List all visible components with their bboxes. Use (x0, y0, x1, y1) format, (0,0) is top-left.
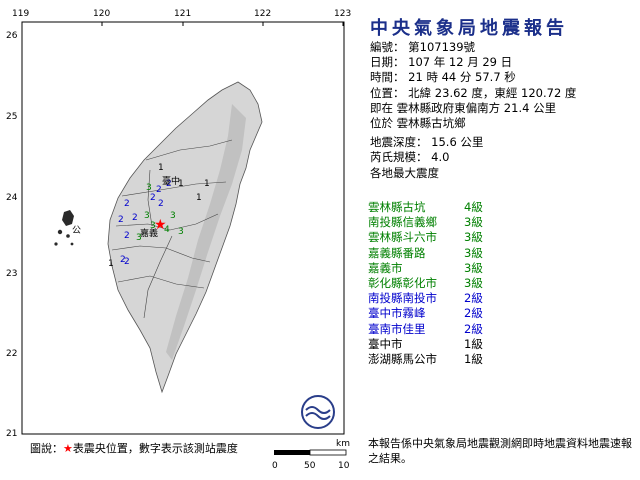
lat-tick-label: 26 (6, 31, 18, 41)
report-magnitude: 芮氏規模： 4.0 (370, 150, 450, 165)
report-footer: 本報告係中央氣象局地震觀測網即時地震資料地震速報之結果。 (368, 437, 632, 465)
legend-star-icon: ★ (63, 442, 73, 455)
station-number: 3 (144, 211, 150, 221)
intensity-location: 嘉義縣番路 (368, 245, 426, 260)
intensity-location: 南投縣南投市 (368, 291, 437, 306)
station-number: 2 (156, 185, 162, 195)
intensity-level: 3級 (464, 275, 483, 290)
report-title: 中央氣象局地震報告 (370, 18, 568, 39)
earthquake-report: 中央氣象局地震報告 編號： 第107139號 日期： 107 年 12 月 29… (368, 0, 640, 480)
intensity-level: 3級 (464, 230, 483, 245)
cwb-logo (301, 395, 335, 429)
legend-prefix: 圖說： (30, 442, 63, 455)
taichung-label: 臺中 (162, 175, 180, 187)
station-number: 1 (196, 193, 202, 203)
epicenter-star: ★ (154, 217, 167, 233)
penghu-label: 公 (72, 225, 81, 236)
report-time: 時間： 21 時 44 分 57.7 秒 (370, 70, 516, 85)
taiwan-map: 119 120 121 122 123 26 25 24 23 22 21 公 … (6, 9, 351, 439)
intensity-location: 嘉義市 (368, 260, 403, 275)
report-info: 編號： 第107139號 日期： 107 年 12 月 29 日 時間： 21 … (370, 40, 576, 181)
station-number: 2 (132, 213, 138, 223)
intensity-level: 2級 (464, 321, 483, 336)
legend-text: 表震央位置，數字表示該測站震度 (72, 442, 238, 455)
report-depth: 地震深度： 15.6 公里 (370, 135, 484, 150)
station-number: 2 (150, 193, 156, 203)
intensity-location: 臺中市霧峰 (368, 306, 426, 321)
lon-tick-label: 121 (174, 9, 191, 19)
station-number: 2 (118, 215, 124, 225)
report-date: 日期： 107 年 12 月 29 日 (370, 55, 513, 70)
intensity-level: 3級 (464, 215, 483, 230)
station-number: 1 (204, 179, 210, 189)
report-number: 編號： 第107139號 (370, 40, 476, 54)
lat-tick-label: 23 (6, 269, 17, 279)
lat-tick-label: 25 (6, 112, 17, 122)
intensity-location: 臺南市佳里 (368, 321, 426, 336)
intensity-level: 1級 (464, 351, 483, 366)
report-position-desc: 即在 雲林縣政府東偏南方 21.4 公里 (370, 100, 557, 115)
station-number: 2 (158, 199, 164, 209)
intensity-level: 4級 (464, 200, 483, 214)
intensity-list: 雲林縣古坑 4級 南投縣信義鄉 3級 雲林縣斗六市 3級 嘉義縣番路 3級 嘉義市 3級 … (368, 200, 488, 367)
intensity-row: 嘉義縣番路 3級 (368, 246, 488, 261)
station-number: 3 (146, 183, 152, 193)
scale-tick: 100 (338, 461, 350, 471)
report-position: 位置： 北緯 23.62 度，東經 120.72 度 (370, 85, 577, 100)
scale-tick: 0 (272, 461, 278, 471)
lon-tick-label: 122 (254, 9, 271, 19)
station-number: 2 (124, 199, 130, 209)
map-legend: 圖說：★表震央位置，數字表示該測站震度 (30, 440, 238, 456)
lat-tick-label: 22 (6, 349, 17, 359)
lat-ticks: 26 25 24 23 22 21 (6, 31, 18, 439)
station-number: 3 (178, 227, 184, 237)
station-number: 2 (124, 257, 130, 267)
intensity-level: 3級 (464, 245, 483, 260)
intensity-row: 澎湖縣馬公市 1級 (368, 352, 488, 367)
report-located: 位於 雲林縣古坑鄉 (370, 115, 466, 130)
scale-unit: km (336, 439, 350, 449)
intensity-row: 雲林縣古坑 4級 (368, 200, 488, 215)
lon-tick-label: 119 (12, 9, 29, 19)
intensity-location: 彰化縣彰化市 (368, 275, 437, 290)
intensity-row: 彰化縣彰化市 3級 (368, 276, 488, 291)
intensity-row: 雲林縣斗六市 3級 (368, 230, 488, 245)
lon-tick-label: 120 (93, 9, 110, 19)
max-intensity-header: 各地最大震度 (370, 165, 439, 180)
intensity-row: 嘉義市 3級 (368, 261, 488, 276)
station-number: 1 (158, 163, 164, 173)
intensity-row: 臺南市佳里 2級 (368, 322, 488, 337)
intensity-level: 2級 (464, 306, 483, 321)
intensity-row: 臺中市 1級 (368, 337, 488, 352)
intensity-row: 南投縣南投市 2級 (368, 291, 488, 306)
intensity-row: 南投縣信義鄉 3級 (368, 215, 488, 230)
scale-tick: 50 (304, 461, 316, 471)
intensity-location: 澎湖縣馬公市 (368, 351, 437, 366)
station-number: 1 (108, 259, 114, 269)
intensity-level: 1級 (464, 336, 483, 351)
intensity-row: 臺中市霧峰 2級 (368, 306, 488, 321)
lat-tick-label: 24 (6, 193, 18, 203)
lat-tick-label: 21 (6, 429, 17, 439)
intensity-level: 2級 (464, 291, 483, 306)
intensity-location: 雲林縣古坑 (368, 200, 426, 214)
intensity-location: 雲林縣斗六市 (368, 230, 437, 245)
lon-tick-label: 123 (334, 9, 351, 19)
intensity-location: 南投縣信義鄉 (368, 215, 437, 230)
station-number: 3 (170, 211, 176, 221)
station-number: 2 (124, 231, 130, 241)
intensity-location: 臺中市 (368, 336, 403, 351)
scale-bar: km 0 50 100 (272, 439, 350, 471)
intensity-level: 3級 (464, 260, 483, 275)
